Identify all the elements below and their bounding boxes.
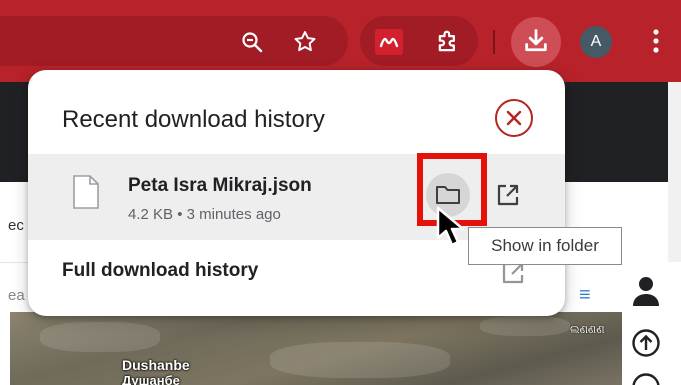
show-in-folder-tooltip: Show in folder — [468, 227, 622, 265]
map-city-label: Dushanbe — [122, 357, 190, 373]
map-terrain — [480, 316, 570, 336]
mendeley-extension-icon[interactable] — [375, 29, 403, 55]
download-icon[interactable] — [522, 27, 550, 55]
file-name: Peta Isra Mikraj.json — [128, 175, 312, 196]
full-download-history-link[interactable]: Full download history — [62, 260, 258, 282]
bookmark-star-icon[interactable] — [291, 28, 319, 56]
page-scrollbar[interactable] — [668, 82, 681, 262]
arrow-up-circle-icon[interactable] — [630, 327, 662, 359]
open-external-icon — [497, 184, 519, 206]
kebab-menu-icon[interactable] — [644, 26, 668, 56]
open-file-button[interactable] — [486, 173, 530, 217]
person-icon[interactable] — [630, 274, 662, 308]
profile-avatar[interactable]: A — [580, 26, 612, 58]
mouse-cursor-icon — [435, 205, 475, 254]
file-meta: 4.2 KB • 3 minutes ago — [128, 206, 281, 223]
close-button[interactable] — [495, 99, 533, 137]
page-text-fragment: ec — [8, 217, 24, 234]
circle-icon[interactable] — [630, 372, 662, 385]
zoom-out-icon[interactable] — [238, 28, 266, 56]
satellite-map[interactable] — [10, 312, 622, 385]
extensions-puzzle-icon[interactable] — [433, 27, 463, 57]
map-terrain — [270, 342, 450, 378]
bubble-title: Recent download history — [62, 106, 325, 133]
file-icon — [72, 174, 100, 215]
toolbar-divider — [493, 30, 495, 54]
map-city-label-local: Душанбе — [122, 373, 180, 385]
close-circle-icon — [506, 110, 522, 126]
search-text-fragment: ea — [8, 287, 25, 304]
list-menu-icon[interactable]: ≡ — [579, 284, 591, 307]
map-terrain — [40, 322, 160, 352]
map-region-label: ଲଣଣଣ — [570, 324, 605, 336]
